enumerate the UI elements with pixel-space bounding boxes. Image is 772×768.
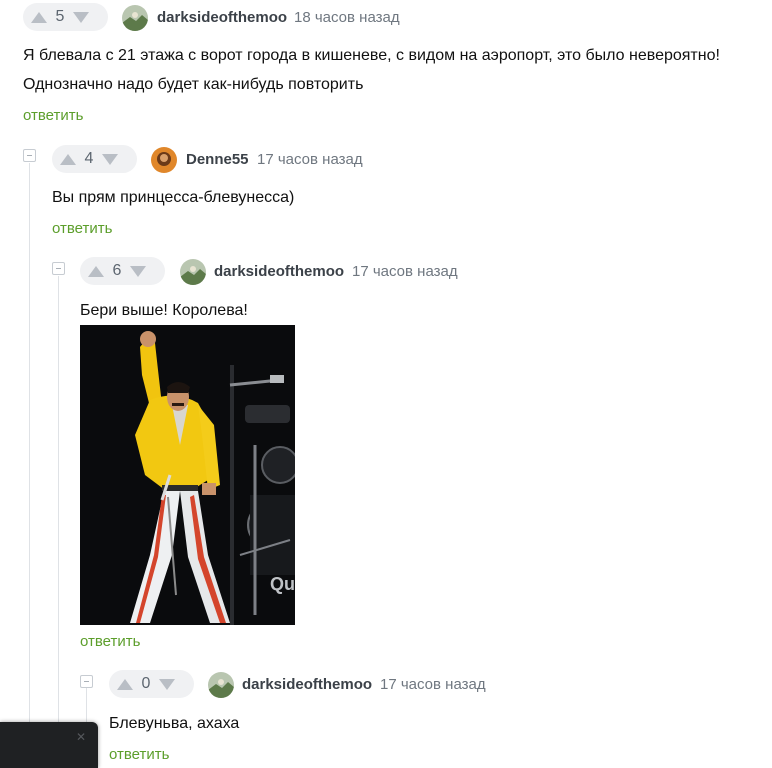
dark-popup[interactable]: ✕ — [0, 722, 98, 768]
collapse-icon[interactable] — [23, 149, 36, 162]
vote-control: 5 — [23, 3, 108, 31]
timestamp: 17 часов назад — [380, 676, 486, 693]
vote-count: 6 — [112, 262, 122, 279]
username[interactable]: darksideofthemoo — [242, 676, 372, 693]
comment-text: Вы прям принцесса-блевунесса) — [52, 189, 295, 206]
vote-control: 4 — [52, 145, 137, 173]
comment-photo[interactable]: Qu — [80, 325, 295, 625]
banner-text: Qu — [270, 574, 295, 594]
timestamp: 18 часов назад — [294, 9, 400, 26]
thread-line[interactable] — [58, 276, 59, 768]
comment-text: Бери выше! Королева! — [80, 302, 248, 319]
thread-line[interactable] — [29, 163, 30, 768]
username[interactable]: darksideofthemoo — [214, 263, 344, 280]
avatar-icon[interactable] — [180, 259, 206, 285]
vote-control: 0 — [109, 670, 194, 698]
reply-link[interactable]: ответить — [80, 633, 140, 650]
upvote-icon[interactable] — [88, 265, 104, 277]
vote-count: 0 — [141, 675, 151, 692]
upvote-icon[interactable] — [60, 153, 76, 165]
avatar-icon[interactable] — [122, 5, 148, 31]
comment-text: Однозначно надо будет как-нибудь повтори… — [23, 76, 364, 93]
downvote-icon[interactable] — [159, 678, 175, 690]
collapse-icon[interactable] — [80, 675, 93, 688]
username[interactable]: darksideofthemoo — [157, 9, 287, 26]
collapse-icon[interactable] — [52, 262, 65, 275]
downvote-icon[interactable] — [130, 265, 146, 277]
close-icon[interactable]: ✕ — [76, 730, 86, 744]
upvote-icon[interactable] — [117, 678, 133, 690]
reply-link[interactable]: ответить — [109, 746, 169, 763]
timestamp: 17 часов назад — [257, 151, 363, 168]
vote-count: 5 — [55, 8, 65, 25]
timestamp: 17 часов назад — [352, 263, 458, 280]
username[interactable]: Denne55 — [186, 151, 249, 168]
avatar-icon[interactable] — [208, 672, 234, 698]
vote-count: 4 — [84, 150, 94, 167]
vote-control: 6 — [80, 257, 165, 285]
avatar-icon[interactable] — [151, 147, 177, 173]
downvote-icon[interactable] — [73, 11, 89, 23]
comment-text: Блевуньва, ахаха — [109, 715, 240, 732]
comment-text: Я блевала с 21 этажа с ворот города в ки… — [23, 47, 720, 64]
reply-link[interactable]: ответить — [52, 220, 112, 237]
upvote-icon[interactable] — [31, 11, 47, 23]
reply-link[interactable]: ответить — [23, 107, 83, 124]
downvote-icon[interactable] — [102, 153, 118, 165]
